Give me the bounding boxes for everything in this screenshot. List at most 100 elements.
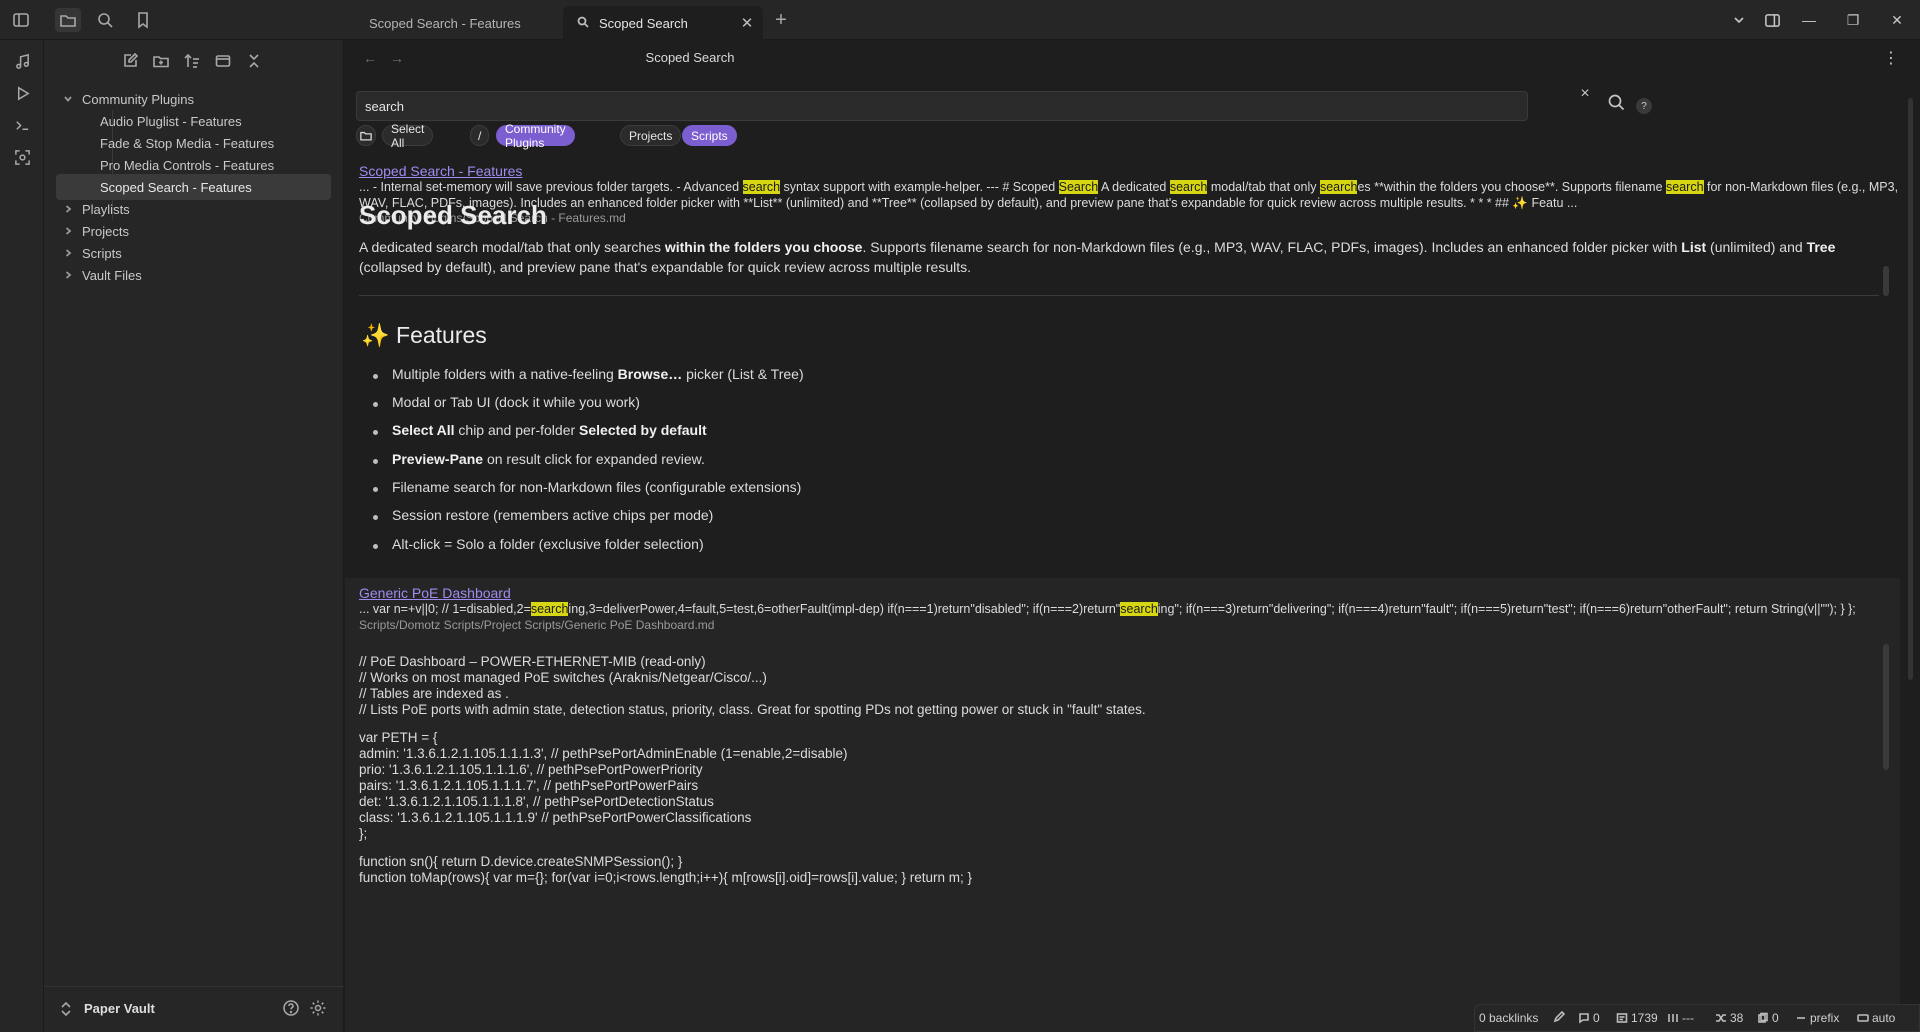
clear-search-icon[interactable]: × — [1577, 85, 1593, 102]
status-auto[interactable]: auto — [1857, 1011, 1895, 1025]
app-window: Scoped Search - Features Scoped Search ✕… — [0, 0, 1920, 1032]
layers-icon — [1758, 1012, 1768, 1023]
result-title-link[interactable]: Scoped Search - Features — [359, 162, 1904, 180]
search-match-highlight: search — [1169, 180, 1208, 194]
status-prefix[interactable]: prefix — [1795, 1011, 1839, 1025]
restore-icon[interactable]: ❐ — [1840, 8, 1866, 32]
preview-scrollbar[interactable] — [1883, 644, 1889, 770]
dash-icon — [1797, 1017, 1805, 1019]
window-close-icon[interactable]: ✕ — [1884, 8, 1910, 32]
vault-switcher-bar: Paper Vault — [44, 986, 344, 1032]
tab-scoped-search[interactable]: Scoped Search ✕ — [563, 6, 763, 40]
gear-icon[interactable] — [309, 999, 329, 1019]
status-zero[interactable]: 0 — [1757, 1011, 1779, 1025]
chip-select-all[interactable]: Select All — [382, 122, 434, 150]
code-line: pairs: '1.3.6.1.2.1.105.1.1.1.7', // pet… — [359, 778, 699, 793]
chevron-up-down-icon[interactable] — [60, 1001, 74, 1017]
bullet-dot — [373, 487, 378, 492]
code-line: function sn(){ return D.device.createSNM… — [359, 854, 683, 869]
search-match-highlight: search — [530, 602, 569, 616]
comment-icon — [1579, 1013, 1589, 1024]
search-input-box[interactable] — [356, 91, 1528, 121]
play-icon[interactable] — [10, 81, 34, 105]
preview-scrollbar[interactable] — [1883, 266, 1889, 296]
code-line: }; — [359, 826, 368, 841]
bullet-dot — [373, 515, 378, 520]
result-title-link[interactable]: Generic PoE Dashboard — [359, 584, 1900, 602]
bold-text: within the folders you choose — [664, 239, 863, 255]
tree-item-label: Vault Files — [82, 267, 142, 283]
chip-projects[interactable]: Projects — [620, 125, 682, 146]
backlinks-count[interactable]: 0 backlinks — [1479, 1011, 1538, 1025]
code-line: // Tables are indexed as . — [359, 686, 509, 701]
edit-pencil-icon[interactable] — [1553, 1011, 1568, 1023]
search-match-highlight: Search — [1058, 180, 1099, 194]
code-line: // Lists PoE ports with admin state, det… — [359, 702, 1146, 717]
search-match-highlight: search — [1666, 180, 1704, 194]
tree-item-label: Pro Media Controls - Features — [100, 157, 275, 173]
browse-folder-icon[interactable] — [356, 125, 376, 146]
toggle-right-sidebar-icon[interactable] — [1759, 8, 1785, 32]
bullet-dot — [373, 544, 378, 549]
bookmark-icon[interactable] — [130, 8, 156, 32]
feature-list-item: Alt-click = Solo a folder (exclusive fol… — [392, 536, 704, 552]
vault-name[interactable]: Paper Vault — [84, 1001, 155, 1016]
code-line: prio: '1.3.6.1.2.1.105.1.1.1.6', // peth… — [359, 762, 703, 777]
minimize-icon[interactable]: — — [1796, 8, 1822, 32]
status-words-value: 1739 — [1631, 1011, 1658, 1025]
search-result: Generic PoE Dashboard ... var n=+v||0; /… — [359, 584, 1900, 633]
code-line: var PETH = { — [359, 730, 438, 745]
status-chars-value: --- — [1682, 1011, 1694, 1025]
status-prefix-value: prefix — [1810, 1011, 1840, 1025]
status-chars[interactable]: --- — [1667, 1011, 1694, 1025]
status-bar: 0 backlinks 0 1739 --- 38 0 prefix auto — [1474, 1004, 1920, 1032]
bullet-dot — [373, 402, 378, 407]
tree-item-label: Projects — [82, 223, 129, 239]
search-input[interactable] — [357, 92, 1527, 120]
tab-label: Scoped Search - Features — [369, 15, 521, 31]
file-explorer: Community Plugins Audio Pluglist - Featu… — [44, 40, 344, 1032]
search-icon[interactable] — [92, 8, 118, 32]
help-icon[interactable] — [282, 999, 302, 1019]
title-bar: Scoped Search - Features Scoped Search ✕… — [0, 0, 1920, 40]
code-line: // Works on most managed PoE switches (A… — [359, 670, 767, 685]
bold-text: Browse… — [617, 366, 683, 382]
status-lines[interactable]: 38 — [1715, 1011, 1743, 1025]
keyboard-icon — [1857, 1014, 1869, 1022]
status-zero-value: 0 — [1772, 1011, 1779, 1025]
toggle-sidebar-icon[interactable] — [8, 8, 34, 32]
chip-root[interactable]: / — [470, 125, 490, 146]
status-edits[interactable]: 0 — [1578, 1011, 1600, 1025]
terminal-icon[interactable] — [10, 113, 34, 137]
search-icon[interactable] — [1607, 93, 1629, 115]
search-help-icon[interactable]: ? — [1636, 98, 1652, 114]
bold-text: List — [1681, 239, 1707, 255]
chip-community-plugins[interactable]: Community Plugins — [496, 122, 575, 150]
code-line: det: '1.3.6.1.2.1.105.1.1.1.8', // pethP… — [359, 794, 714, 809]
feature-list-item: Preview-Pane on result click for expande… — [392, 451, 705, 467]
tree-folder-vault-files[interactable]: Vault Files — [60, 262, 336, 288]
chip-scripts[interactable]: Scripts — [682, 125, 737, 146]
preview-divider — [359, 295, 1879, 296]
bullet-dot — [373, 459, 378, 464]
scan-icon[interactable] — [10, 145, 34, 169]
ribbon — [0, 40, 44, 1032]
more-options-icon[interactable]: ⋮ — [1883, 47, 1899, 69]
chevron-right-icon — [60, 267, 76, 283]
search-match-highlight: search — [1319, 180, 1358, 194]
main-scrollbar[interactable] — [1908, 98, 1913, 680]
feature-list-item: Modal or Tab UI (dock it while you work) — [392, 394, 640, 410]
preview-heading: Scoped Search — [359, 200, 547, 230]
status-auto-value: auto — [1872, 1011, 1896, 1025]
new-tab-plus-icon[interactable]: + — [770, 9, 792, 31]
search-match-highlight: search — [742, 180, 781, 194]
feature-list-item: Session restore (remembers active chips … — [392, 507, 714, 523]
status-words[interactable]: 1739 — [1616, 1011, 1658, 1025]
close-icon[interactable]: ✕ — [739, 15, 755, 32]
files-icon[interactable] — [55, 8, 81, 32]
tab-scoped-search-features[interactable]: Scoped Search - Features — [355, 6, 560, 40]
feature-list-item: Select All chip and per-folder Selected … — [392, 422, 707, 438]
tab-list-chevron-down-icon[interactable] — [1726, 8, 1752, 32]
tree-item-label: Scripts — [82, 245, 122, 261]
result-snippet[interactable]: ... var n=+v||0; // 1=disabled,2=searchi… — [359, 602, 1900, 618]
